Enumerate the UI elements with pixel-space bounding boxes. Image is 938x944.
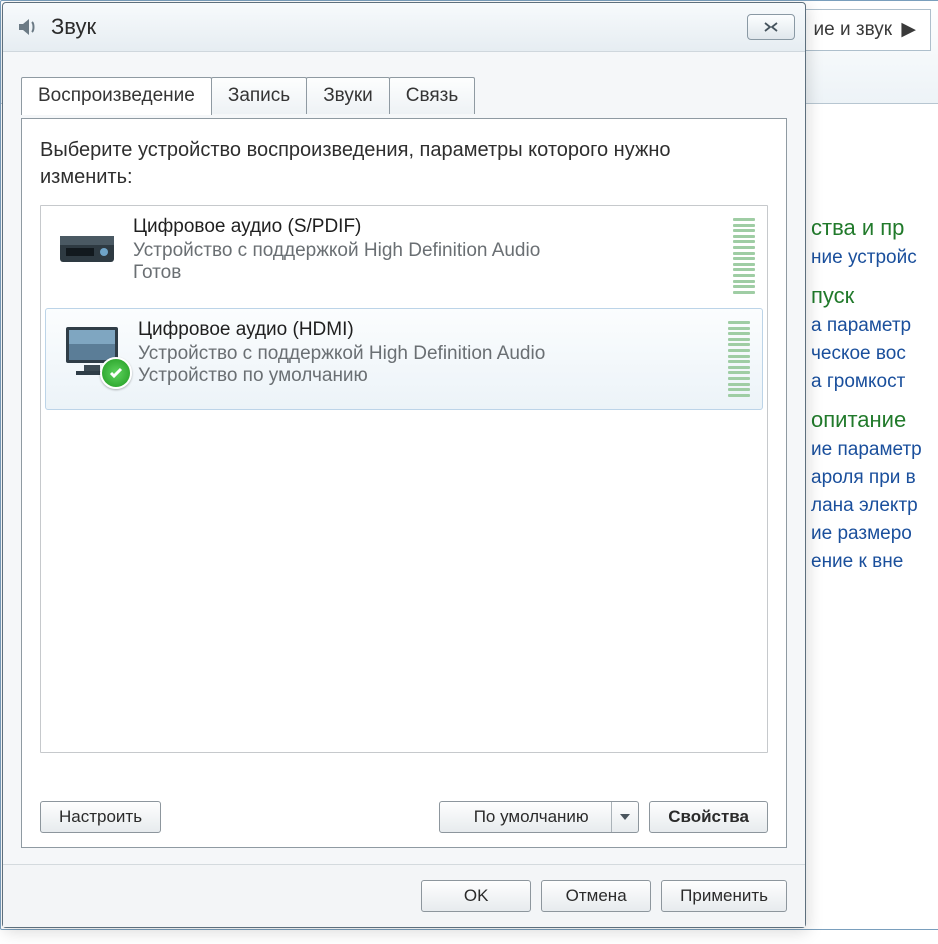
level-meter xyxy=(728,319,750,399)
monitor-icon xyxy=(56,319,128,385)
tab-3[interactable]: Связь xyxy=(389,77,476,114)
sound-icon xyxy=(13,13,41,41)
breadcrumb: ие и звук ▶ xyxy=(814,18,916,41)
level-meter xyxy=(733,216,755,296)
properties-button[interactable]: Свойства xyxy=(649,801,768,833)
breadcrumb-label: ие и звук xyxy=(814,19,893,40)
device-name: Цифровое аудио (HDMI) xyxy=(138,319,720,341)
device-list[interactable]: Цифровое аудио (S/PDIF)Устройство с подд… xyxy=(40,205,768,753)
device-status: Устройство по умолчанию xyxy=(138,365,720,387)
tab-strip: ВоспроизведениеЗаписьЗвукиСвязь xyxy=(21,76,787,118)
category-link[interactable]: ароля при в xyxy=(811,467,938,489)
device-text: Цифровое аудио (HDMI)Устройство с поддер… xyxy=(128,319,720,387)
device-text: Цифровое аудио (S/PDIF)Устройство с подд… xyxy=(123,216,725,284)
category-heading: пуск xyxy=(811,283,938,309)
chevron-right-icon: ▶ xyxy=(901,18,916,41)
control-panel-sidebar: ства и пр ние устройс пуск а параметр ческое… xyxy=(811,201,938,579)
device-row[interactable]: Цифровое аудио (HDMI)Устройство с поддер… xyxy=(45,308,763,410)
category-link[interactable]: а параметр xyxy=(811,315,938,337)
instruction-text: Выберите устройство воспроизведения, пар… xyxy=(40,137,768,191)
configure-button[interactable]: Настроить xyxy=(40,801,161,833)
category-link[interactable]: ие параметр xyxy=(811,439,938,461)
amplifier-icon xyxy=(51,216,123,282)
category-link[interactable]: а громкост xyxy=(811,371,938,393)
category-link[interactable]: ие размеро xyxy=(811,523,938,545)
chevron-down-icon[interactable] xyxy=(611,802,638,832)
device-desc: Устройство с поддержкой High Definition … xyxy=(133,240,725,262)
device-name: Цифровое аудио (S/PDIF) xyxy=(133,216,725,238)
category-link[interactable]: лана электр xyxy=(811,495,938,517)
category-link[interactable]: ческое вос xyxy=(811,343,938,365)
cancel-button[interactable]: Отмена xyxy=(541,880,651,912)
close-button[interactable] xyxy=(747,14,795,40)
category-link[interactable]: ние устройс xyxy=(811,247,938,269)
apply-button[interactable]: Применить xyxy=(661,880,787,912)
pane-button-row: Настроить По умолчанию Свойства xyxy=(40,801,768,833)
set-default-button[interactable]: По умолчанию xyxy=(439,801,639,833)
sound-dialog: Звук ВоспроизведениеЗаписьЗвукиСвязь Выб… xyxy=(2,2,806,928)
category-heading: ства и пр xyxy=(811,215,938,241)
dialog-footer: OK Отмена Применить xyxy=(3,864,805,927)
close-icon xyxy=(762,21,780,33)
tab-2[interactable]: Звуки xyxy=(306,77,390,114)
device-desc: Устройство с поддержкой High Definition … xyxy=(138,343,720,365)
category-link[interactable]: ение к вне xyxy=(811,551,938,573)
set-default-label: По умолчанию xyxy=(474,807,589,827)
device-row[interactable]: Цифровое аудио (S/PDIF)Устройство с подд… xyxy=(41,206,767,306)
category-heading: опитание xyxy=(811,407,938,433)
device-status: Готов xyxy=(133,262,725,284)
tab-1[interactable]: Запись xyxy=(211,77,307,114)
tab-0[interactable]: Воспроизведение xyxy=(21,77,212,115)
playback-pane: Выберите устройство воспроизведения, пар… xyxy=(21,118,787,848)
dialog-title: Звук xyxy=(51,14,96,40)
ok-button[interactable]: OK xyxy=(421,880,531,912)
default-check-icon xyxy=(100,357,132,389)
titlebar: Звук xyxy=(3,3,805,52)
